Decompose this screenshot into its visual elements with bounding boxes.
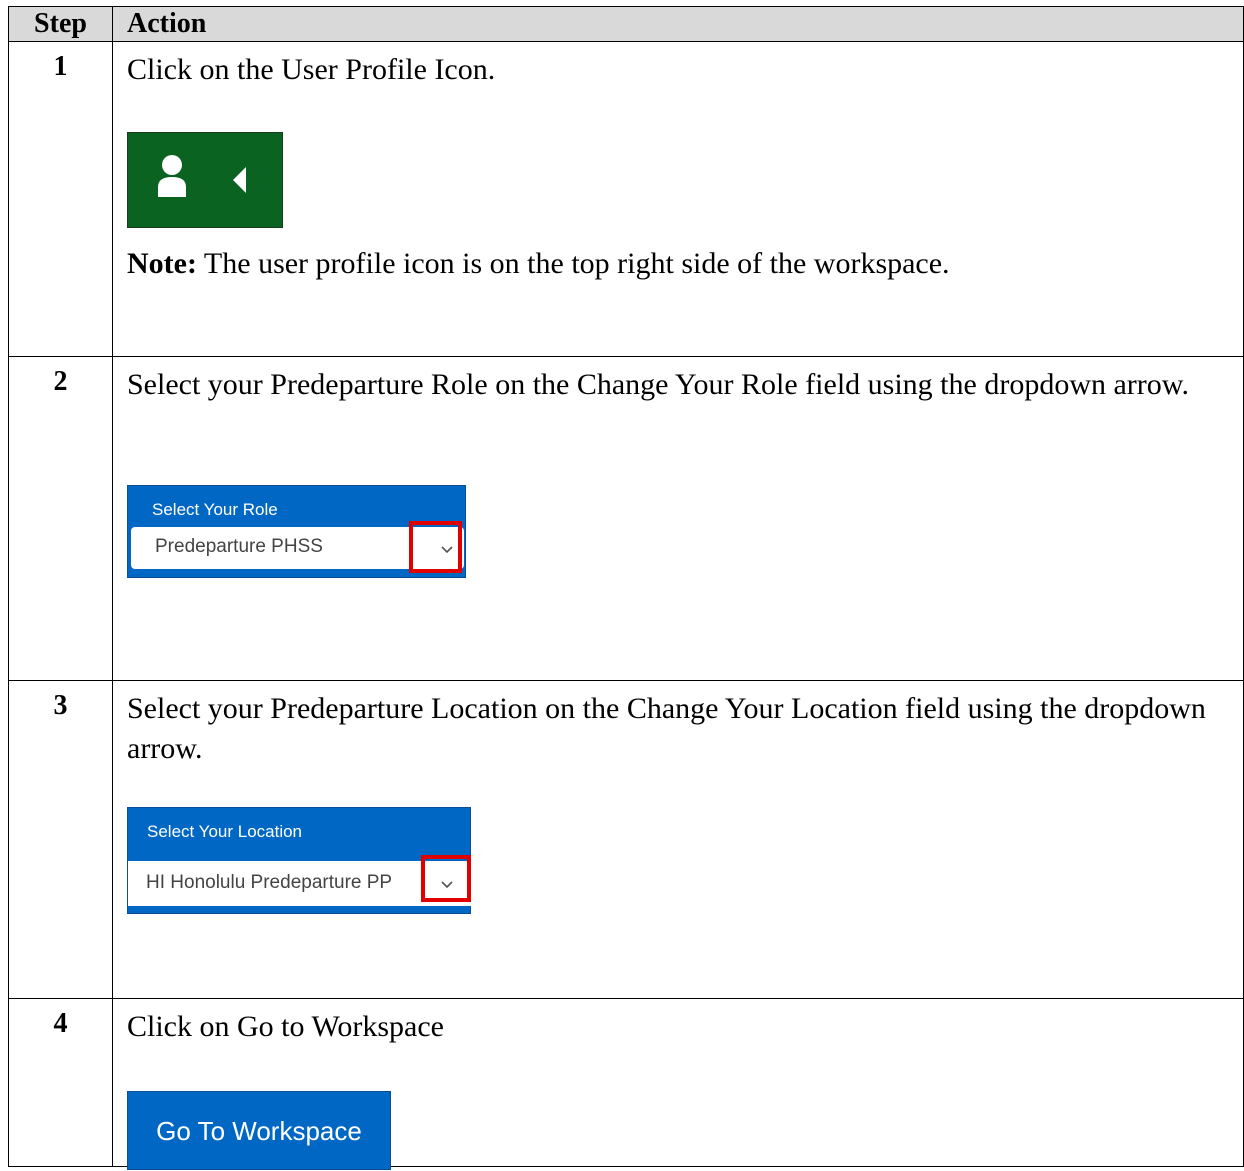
instruction-text: Select your Predeparture Location on the… bbox=[127, 692, 1206, 765]
table-row: 4 Click on Go to Workspace Go To Workspa… bbox=[8, 998, 1244, 1170]
location-dropdown-highlight bbox=[421, 855, 471, 902]
step-number: 2 bbox=[8, 356, 113, 681]
location-select-label: Select Your Location bbox=[147, 822, 303, 841]
go-to-workspace-button[interactable]: Go To Workspace bbox=[127, 1091, 391, 1170]
action-cell: Select your Predeparture Location on the… bbox=[112, 680, 1244, 999]
location-select-widget: Select Your Location HI Honolulu Predepa… bbox=[127, 807, 472, 914]
note-paragraph: Note: The user profile icon is on the to… bbox=[127, 244, 950, 284]
action-cell: Click on Go to Workspace Go To Workspace bbox=[112, 998, 1244, 1170]
caret-left-icon bbox=[233, 167, 246, 193]
action-cell: Click on the User Profile Icon. Note: Th… bbox=[112, 41, 1244, 357]
action-cell: Select your Predeparture Role on the Cha… bbox=[112, 356, 1244, 681]
table-row: 1 Click on the User Profile Icon. Note: … bbox=[8, 41, 1244, 357]
step-column-header: Step bbox=[8, 6, 113, 42]
action-column-header: Action bbox=[112, 6, 1244, 42]
step-number: 1 bbox=[8, 41, 113, 357]
role-select-label: Select Your Role bbox=[152, 500, 278, 519]
instruction-text: Select your Predeparture Role on the Cha… bbox=[127, 368, 1189, 401]
note-label: Note: bbox=[127, 247, 197, 280]
instruction-text: Click on the User Profile Icon. bbox=[127, 53, 496, 86]
role-select-value: Predeparture PHSS bbox=[155, 536, 323, 557]
note-text: The user profile icon is on the top righ… bbox=[196, 247, 950, 280]
user-profile-button-image[interactable] bbox=[127, 132, 283, 228]
step-number: 3 bbox=[8, 680, 113, 999]
steps-table: Step Action 1 Click on the User Profile … bbox=[8, 6, 1244, 1170]
location-select-value: HI Honolulu Predeparture PP bbox=[146, 872, 396, 893]
table-header-row: Step Action bbox=[8, 6, 1244, 42]
instruction-text: Click on Go to Workspace bbox=[127, 1010, 444, 1043]
table-row: 3 Select your Predeparture Location on t… bbox=[8, 680, 1244, 999]
role-dropdown-highlight bbox=[409, 521, 462, 573]
step-number: 4 bbox=[8, 998, 113, 1167]
table-row: 2 Select your Predeparture Role on the C… bbox=[8, 356, 1244, 681]
